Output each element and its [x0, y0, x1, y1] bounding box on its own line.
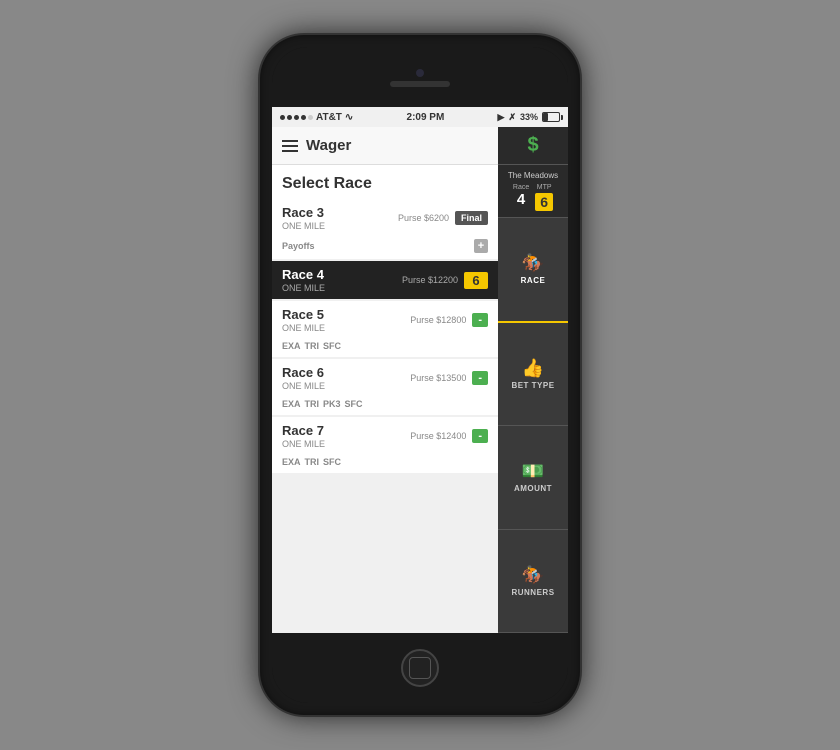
status-bar: AT&T ∿ 2:09 PM ▶ ✗ 33% — [272, 107, 568, 127]
horse-racing-icon: 🏇 — [522, 253, 544, 274]
purse-text: Purse $13500 — [410, 373, 466, 383]
race-item[interactable]: Race 5 ONE MILE Purse $12800 - EXA — [272, 301, 498, 357]
speaker — [390, 81, 450, 87]
race-header: Race 7 ONE MILE Purse $12400 - — [272, 417, 498, 455]
bluetooth-icon: ✗ — [508, 112, 516, 123]
camera — [416, 69, 424, 77]
battery-icon — [542, 112, 560, 122]
mtp-label-col: MTP 6 — [535, 184, 553, 211]
race-distance: ONE MILE — [282, 381, 325, 391]
runners-icon: 🏇 — [522, 565, 544, 586]
minus-badge: - — [472, 313, 488, 327]
race-item-active[interactable]: Race 4 ONE MILE Purse $12200 6 — [272, 261, 498, 299]
race-name: Race 6 — [282, 365, 325, 380]
race-name: Race 3 — [282, 205, 325, 220]
race-distance: ONE MILE — [282, 323, 325, 333]
signal-dots — [280, 115, 313, 120]
race-header: Race 3 ONE MILE Purse $6200 Final — [272, 199, 498, 237]
sidebar-venue-info: The Meadows Race 4 MTP 6 — [498, 165, 568, 218]
race-tags: Payoffs + — [272, 237, 498, 259]
right-sidebar: $ The Meadows Race 4 MTP 6 — [498, 127, 568, 633]
purse-text: Purse $12800 — [410, 315, 466, 325]
minus-badge: - — [472, 429, 488, 443]
race-name: Race 5 — [282, 307, 325, 322]
plus-icon[interactable]: + — [474, 239, 488, 253]
mtp-label: MTP — [537, 184, 552, 191]
runners-nav-label: RUNNERS — [511, 588, 554, 597]
money-icon: 💵 — [522, 461, 544, 482]
race-distance: ONE MILE — [282, 221, 325, 231]
race-tags: EXA TRI SFC — [272, 339, 498, 357]
phone-inner: AT&T ∿ 2:09 PM ▶ ✗ 33% — [272, 47, 568, 703]
thumbs-up-icon: 👍 — [522, 358, 544, 379]
race-label: Race — [513, 184, 529, 191]
race-header: Race 6 ONE MILE Purse $13500 - — [272, 359, 498, 397]
left-panel: Wager Select Race Race 3 ONE MILE — [272, 127, 498, 633]
race-label-col: Race 4 — [513, 184, 529, 208]
race-item[interactable]: Race 7 ONE MILE Purse $12400 - EXA — [272, 417, 498, 473]
home-button[interactable] — [401, 649, 439, 687]
battery-fill — [543, 113, 548, 121]
dollar-icon: $ — [527, 134, 538, 157]
race-mtp-row: Race 4 MTP 6 — [502, 184, 564, 211]
screen: AT&T ∿ 2:09 PM ▶ ✗ 33% — [272, 107, 568, 633]
hamburger-button[interactable] — [282, 140, 298, 152]
wifi-icon: ∿ — [345, 112, 353, 123]
race-name: Race 4 — [282, 267, 325, 282]
sidebar-nav-amount[interactable]: 💵 AMOUNT — [498, 426, 568, 530]
payoffs-tag: Payoffs — [282, 241, 315, 251]
race-nav-label: RACE — [521, 276, 546, 285]
section-title: Select Race — [272, 165, 498, 199]
sidebar-nav-runners[interactable]: 🏇 RUNNERS — [498, 530, 568, 634]
race-tags: EXA TRI PK3 SFC — [272, 397, 498, 415]
bottom-bezel — [272, 633, 568, 703]
race-item[interactable]: Race 3 ONE MILE Purse $6200 Final Payoff… — [272, 199, 498, 259]
nav-bar: Wager — [272, 127, 498, 165]
home-button-inner — [409, 657, 431, 679]
status-left: AT&T ∿ — [280, 112, 353, 123]
race-distance: ONE MILE — [282, 439, 325, 449]
minus-badge: - — [472, 371, 488, 385]
purse-text: Purse $12400 — [410, 431, 466, 441]
app-content: Wager Select Race Race 3 ONE MILE — [272, 127, 568, 633]
venue-text: The Meadows — [502, 171, 564, 180]
phone: AT&T ∿ 2:09 PM ▶ ✗ 33% — [260, 35, 580, 715]
amount-nav-label: AMOUNT — [514, 484, 552, 493]
dollar-button[interactable]: $ — [498, 127, 568, 165]
race-header: Race 4 ONE MILE Purse $12200 6 — [272, 261, 498, 299]
sidebar-nav-bet-type[interactable]: 👍 BET TYPE — [498, 323, 568, 427]
race-item[interactable]: Race 6 ONE MILE Purse $13500 - EXA — [272, 359, 498, 415]
purse-text: Purse $12200 — [402, 275, 458, 285]
bet-type-nav-label: BET TYPE — [511, 381, 554, 390]
race-name: Race 7 — [282, 423, 325, 438]
mtp-badge: 6 — [535, 193, 553, 211]
final-badge: Final — [455, 211, 488, 225]
race-list[interactable]: Race 3 ONE MILE Purse $6200 Final Payoff… — [272, 199, 498, 633]
time-display: 2:09 PM — [407, 112, 445, 123]
race-header: Race 5 ONE MILE Purse $12800 - — [272, 301, 498, 339]
race-distance: ONE MILE — [282, 283, 325, 293]
race-tags: EXA TRI SFC — [272, 455, 498, 473]
location-icon: ▶ — [498, 112, 505, 123]
carrier-text: AT&T — [316, 112, 342, 123]
nav-title: Wager — [306, 137, 351, 154]
battery-percent: 33% — [520, 112, 538, 122]
sidebar-nav-race[interactable]: 🏇 RACE — [498, 218, 568, 323]
top-bezel — [272, 47, 568, 107]
race-number: 4 — [517, 191, 525, 208]
number-badge: 6 — [464, 272, 488, 289]
status-right: ▶ ✗ 33% — [498, 112, 560, 123]
purse-text: Purse $6200 — [398, 213, 449, 223]
